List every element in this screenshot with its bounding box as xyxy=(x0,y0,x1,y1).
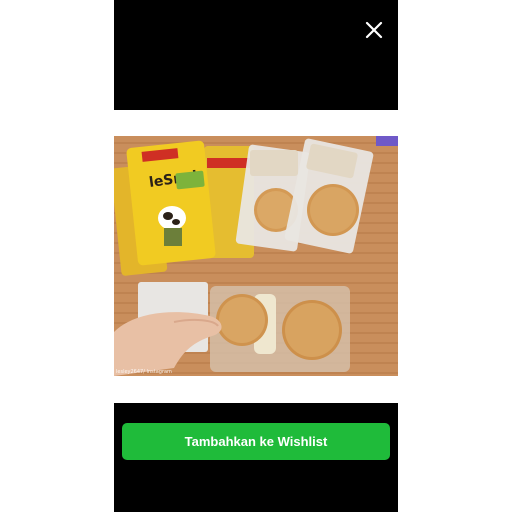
add-to-wishlist-button[interactable]: Tambahkan ke Wishlist xyxy=(122,423,390,460)
image-viewer: leSnak lesley2647/ Instagram Tambahkan k… xyxy=(114,0,398,512)
photo-watermark: lesley2647/ Instagram xyxy=(116,369,172,375)
close-icon xyxy=(365,21,383,39)
snack-pack-front: leSnak xyxy=(126,140,216,266)
top-bar xyxy=(114,0,398,110)
product-photo: leSnak lesley2647/ Instagram xyxy=(114,136,398,376)
bottom-bar: Tambahkan ke Wishlist xyxy=(114,403,398,512)
close-button[interactable] xyxy=(364,20,384,40)
